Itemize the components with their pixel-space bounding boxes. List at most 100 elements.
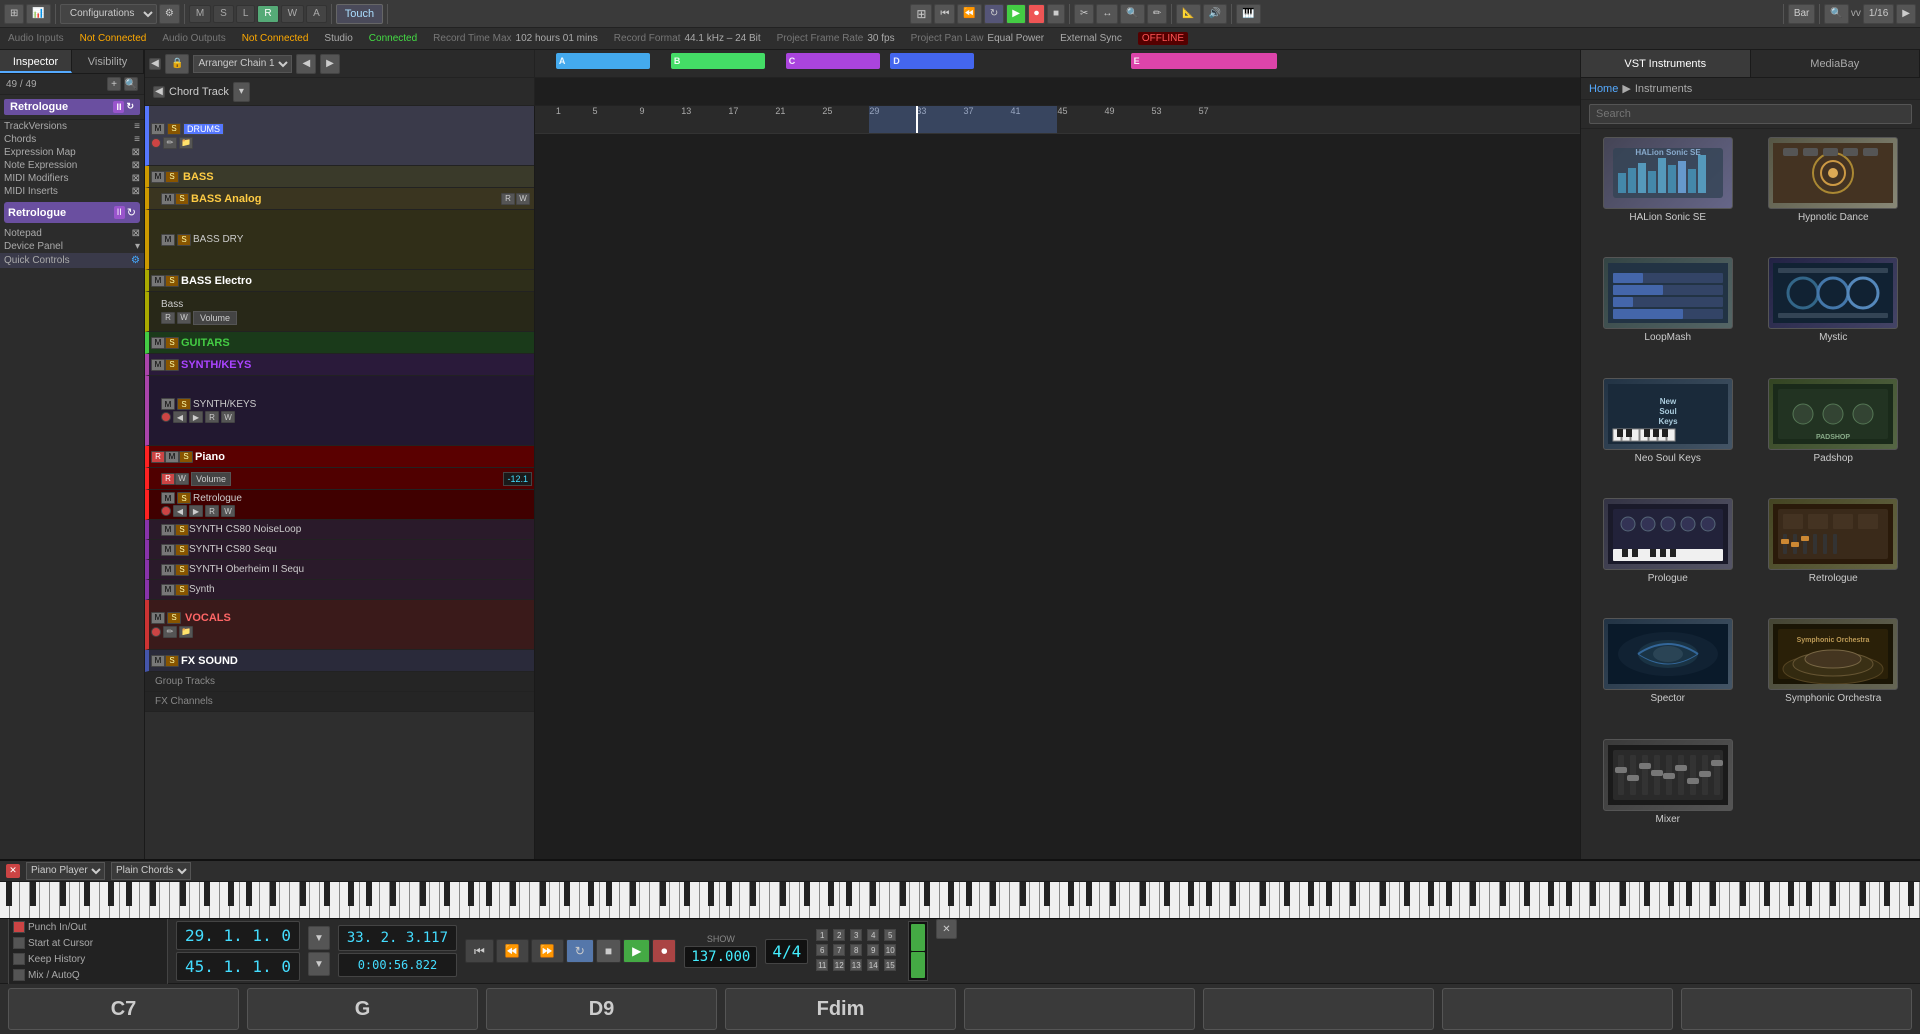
marker-11[interactable]: 11: [816, 959, 828, 971]
fx-solo[interactable]: S: [165, 655, 179, 667]
snap-select[interactable]: 1/16: [1863, 4, 1894, 24]
chords-item[interactable]: Chords ≡: [0, 133, 144, 146]
right-btn[interactable]: ▶: [1896, 4, 1916, 24]
size-l-btn[interactable]: L: [236, 5, 256, 23]
vst-hypnotic-item[interactable]: Hypnotic Dance: [1755, 137, 1913, 249]
synth-btn5[interactable]: W: [221, 411, 235, 423]
start-cursor-check[interactable]: [13, 937, 25, 949]
vst-mixer-item[interactable]: Mixer: [1589, 739, 1747, 851]
bass-dry-solo[interactable]: S: [177, 234, 191, 246]
vst-retrologue-item[interactable]: Retrologue: [1755, 498, 1913, 610]
marker-8[interactable]: 8: [850, 944, 862, 956]
ob-mute[interactable]: M: [161, 564, 175, 576]
marker-7[interactable]: 7: [833, 944, 845, 956]
marker-3[interactable]: 3: [850, 929, 862, 941]
stop-btn[interactable]: ■: [1047, 4, 1065, 24]
size-w-btn[interactable]: W: [281, 5, 304, 23]
cs80n-solo[interactable]: S: [175, 524, 189, 536]
clip-c[interactable]: C: [786, 53, 880, 69]
synth-btn1[interactable]: [161, 412, 171, 422]
offline-item[interactable]: OFFLINE: [1138, 32, 1188, 45]
chord-btn-8[interactable]: [1681, 988, 1912, 1030]
marker-2[interactable]: 2: [833, 929, 845, 941]
marker-1[interactable]: 1: [816, 929, 828, 941]
retro-r[interactable]: R: [205, 505, 219, 517]
bass-sub-w[interactable]: W: [177, 312, 191, 324]
goto-start-btn[interactable]: ⏮: [465, 939, 494, 963]
retro-rec[interactable]: [161, 506, 171, 516]
drums-edit[interactable]: ✏: [163, 137, 177, 149]
config-btn[interactable]: ⚙: [159, 4, 180, 24]
guitars-solo[interactable]: S: [165, 337, 179, 349]
drums-name-btn[interactable]: DRUMS: [183, 123, 224, 135]
active-plugin-panel[interactable]: Retrologue II ↻: [4, 202, 140, 223]
punch-inout-check[interactable]: [13, 921, 25, 933]
position-display[interactable]: 29. 1. 1. 0: [176, 921, 300, 950]
marker-13[interactable]: 13: [850, 959, 862, 971]
bass-electro-mute[interactable]: M: [151, 275, 165, 287]
add-track-btn[interactable]: +: [107, 77, 121, 91]
vst-loopmash-item[interactable]: LoopMash: [1589, 257, 1747, 369]
tool-2[interactable]: ↔: [1096, 4, 1118, 24]
active-plugin-refresh[interactable]: ↻: [127, 206, 136, 219]
arranger-lock[interactable]: 🔒: [165, 54, 189, 74]
transport-close-btn[interactable]: ✕: [936, 919, 956, 939]
external-sync-item[interactable]: External Sync: [1060, 33, 1122, 44]
search-track-btn[interactable]: 🔍: [124, 77, 138, 91]
arranger-chain-select[interactable]: Arranger Chain 1: [193, 55, 292, 73]
cycle-btn[interactable]: ↻: [984, 4, 1004, 24]
arranger-btn[interactable]: ◀: [296, 54, 316, 74]
search-btn[interactable]: 🔍: [1824, 4, 1848, 24]
bass-analog-mute[interactable]: M: [161, 193, 175, 205]
active-plugin-power[interactable]: II: [114, 206, 125, 219]
mediabay-tab[interactable]: MediaBay: [1751, 50, 1920, 77]
quick-controls-item[interactable]: Quick Controls ⚙: [0, 253, 144, 268]
piano-r[interactable]: R: [151, 451, 165, 463]
vst-halion-item[interactable]: HALion Sonic SE HALion Sonic SE: [1589, 137, 1747, 249]
vst-padshop-item[interactable]: PADSHOP Padshop: [1755, 378, 1913, 490]
retrologue-plugin-btn[interactable]: Retrologue II ↻: [4, 99, 140, 115]
play-btn[interactable]: ▶: [623, 939, 650, 963]
audio-inputs-item[interactable]: Audio Inputs: [8, 33, 64, 44]
loop-start-display[interactable]: 45. 1. 1. 0: [176, 952, 300, 981]
end-position-display[interactable]: 33. 2. 3.117: [338, 925, 457, 951]
mix-autoq-check[interactable]: [13, 969, 25, 981]
chord-btn-6[interactable]: [1203, 988, 1434, 1030]
vocals-mute[interactable]: M: [151, 612, 165, 624]
tool-piano[interactable]: 🎹: [1236, 4, 1260, 24]
play-btn[interactable]: ▶: [1006, 4, 1026, 24]
marker-5[interactable]: 5: [884, 929, 896, 941]
meter-btn[interactable]: 📊: [26, 4, 50, 24]
chord-btn-3[interactable]: D9: [486, 988, 717, 1030]
time-display[interactable]: 0:00:56.822: [338, 953, 457, 977]
retro-btn3[interactable]: ▶: [189, 505, 203, 517]
studio-item[interactable]: Studio: [324, 33, 352, 44]
marker-15[interactable]: 15: [884, 959, 896, 971]
ob-solo[interactable]: S: [175, 564, 189, 576]
vst-spector-item[interactable]: Spector: [1589, 618, 1747, 730]
bass-solo[interactable]: S: [165, 171, 179, 183]
drums-rec[interactable]: [151, 138, 161, 148]
visibility-tab[interactable]: Visibility: [72, 50, 144, 73]
chord-track-btn[interactable]: ▾: [233, 82, 250, 102]
rewind-btn[interactable]: ⏪: [496, 939, 529, 963]
snap-btn[interactable]: ⊞: [910, 4, 932, 24]
retro-solo[interactable]: S: [177, 492, 191, 504]
tool-4[interactable]: ✏: [1147, 4, 1167, 24]
chord-btn-7[interactable]: [1442, 988, 1673, 1030]
clip-e[interactable]: E: [1131, 53, 1277, 69]
not-connected-1[interactable]: Not Connected: [80, 33, 147, 44]
size-r-btn[interactable]: R: [257, 5, 278, 23]
synth-p-solo[interactable]: S: [175, 584, 189, 596]
bass-analog-w[interactable]: W: [516, 193, 530, 205]
clip-b[interactable]: B: [671, 53, 765, 69]
synth-g-mute[interactable]: M: [151, 359, 165, 371]
note-expression-item[interactable]: Note Expression ⊠: [0, 159, 144, 172]
size-s-btn[interactable]: S: [213, 5, 234, 23]
timeline-ruler[interactable]: 1 5 9 13 17 21 25 29 33 37 41 45: [535, 106, 1580, 134]
touch-display[interactable]: Touch: [336, 4, 383, 24]
cs80s-mute[interactable]: M: [161, 544, 175, 556]
drums-folder[interactable]: 📁: [179, 137, 193, 149]
configurations-select[interactable]: Configurations: [60, 4, 157, 24]
marker-14[interactable]: 14: [867, 959, 879, 971]
